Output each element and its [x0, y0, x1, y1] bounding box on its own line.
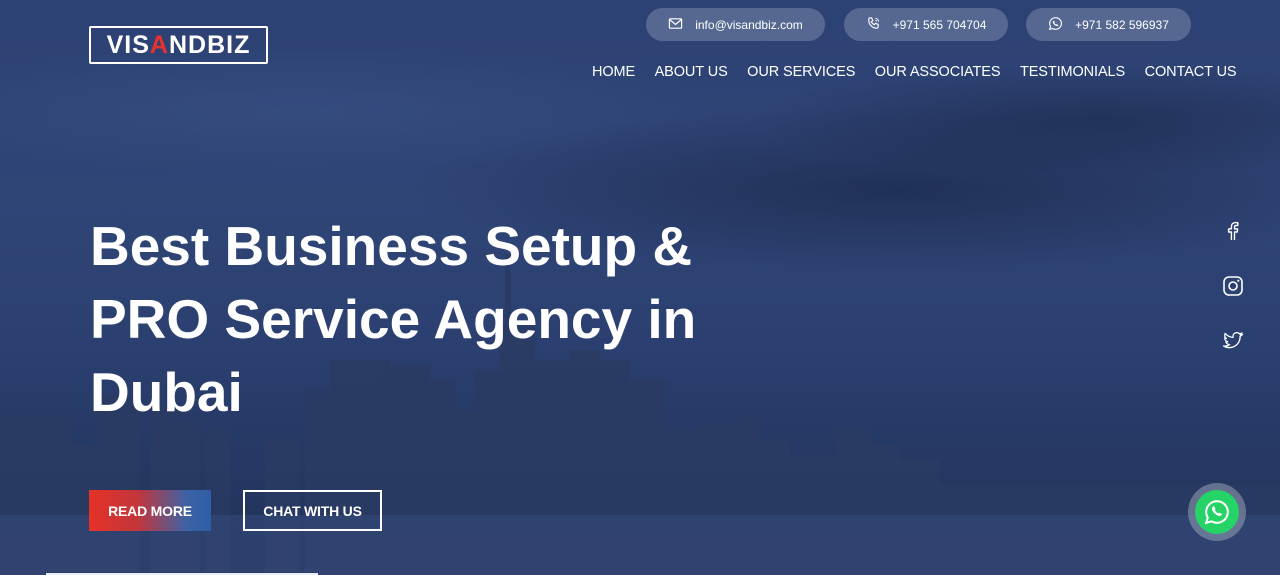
nav-item-about-us[interactable]: ABOUT US — [655, 63, 728, 81]
whatsapp-chat-button[interactable] — [1188, 483, 1246, 541]
nav-item-testimonials[interactable]: TESTIMONIALS — [1020, 63, 1125, 81]
twitter-icon[interactable] — [1220, 328, 1246, 354]
nav-item-home[interactable]: HOME — [592, 63, 635, 81]
nav-item-our-associates[interactable]: OUR ASSOCIATES — [875, 63, 1001, 81]
hero-headline: Best Business Setup & PRO Service Agency… — [90, 210, 730, 429]
visandbiz-logo[interactable]: VIS A NDBIZ — [89, 26, 268, 64]
mail-icon — [668, 16, 683, 34]
headline-line-2: PRO Service Agency in — [90, 288, 697, 350]
phone-icon — [866, 16, 881, 34]
headline-line-3: Dubai — [90, 361, 243, 423]
headline-line-1: Best Business Setup & — [90, 215, 693, 277]
phone-pill[interactable]: +971 565 704704 — [844, 8, 1008, 41]
read-more-button[interactable]: READ MORE — [89, 490, 211, 531]
instagram-icon[interactable] — [1220, 273, 1246, 299]
main-nav: HOME ABOUT US OUR SERVICES OUR ASSOCIATE… — [592, 63, 1237, 81]
whatsapp-icon — [1195, 490, 1239, 534]
whatsapp-number-text: +971 582 596937 — [1075, 17, 1169, 32]
nav-item-contact-us[interactable]: CONTACT US — [1145, 63, 1237, 81]
facebook-icon[interactable] — [1220, 218, 1246, 244]
email-pill[interactable]: info@visandbiz.com — [646, 8, 825, 41]
phone-text: +971 565 704704 — [892, 17, 987, 32]
nav-item-our-services[interactable]: OUR SERVICES — [747, 63, 855, 81]
email-text: info@visandbiz.com — [695, 17, 803, 32]
chat-with-us-button[interactable]: CHAT WITH US — [243, 490, 382, 531]
whatsapp-icon — [1048, 16, 1063, 34]
whatsapp-pill[interactable]: +971 582 596937 — [1026, 8, 1191, 41]
